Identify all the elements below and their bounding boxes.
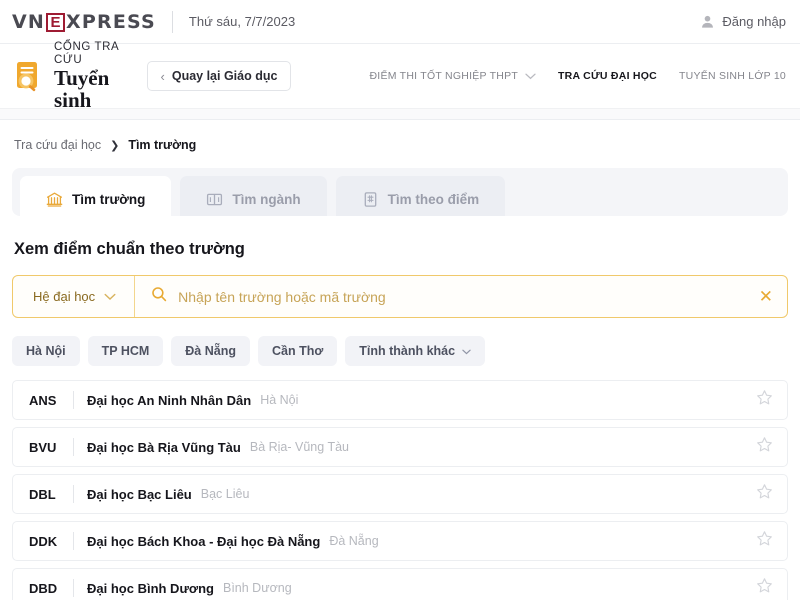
document-search-icon: [12, 59, 46, 93]
level-select-label: Hệ đại học: [33, 289, 96, 304]
tab-tim-theo-diem[interactable]: Tìm theo điểm: [335, 176, 506, 216]
star-outline-icon[interactable]: [756, 530, 773, 552]
province-filter-chips: Hà Nội TP HCM Đà Nẵng Cần Thơ Tỉnh thành…: [12, 318, 788, 380]
school-code: BVU: [29, 439, 57, 455]
school-name: Đại học Bà Rịa Vũng Tàu: [87, 439, 241, 455]
breadcrumb-current: Tìm trường: [128, 138, 197, 152]
logo-e-box: E: [46, 13, 66, 32]
row-divider: [73, 532, 74, 550]
tab-label: Tìm ngành: [232, 191, 301, 207]
row-divider: [73, 579, 74, 597]
chevron-down-icon: [462, 344, 471, 358]
school-province: Bình Dương: [223, 581, 292, 595]
search-bar: Hệ đại học ✕: [12, 275, 788, 318]
breadcrumb: Tra cứu đại học ❯ Tìm trường: [12, 120, 788, 168]
school-code: ANS: [29, 392, 57, 408]
nav-item-diem-thi[interactable]: ĐIỂM THI TỐT NGHIỆP THPT: [369, 70, 536, 82]
tab-tim-nganh[interactable]: Tìm ngành: [180, 176, 327, 216]
star-outline-icon[interactable]: [756, 389, 773, 411]
chip-label: Đà Nẵng: [185, 344, 236, 358]
login-area[interactable]: Đăng nhập: [700, 14, 786, 29]
table-row[interactable]: DBL Đại học Bạc Liêu Bạc Liêu: [12, 474, 788, 514]
open-book-icon: [206, 191, 223, 208]
vnexpress-logo[interactable]: VN E XPRESS: [12, 11, 156, 33]
chip-tp-hcm[interactable]: TP HCM: [87, 336, 164, 366]
chip-ha-noi[interactable]: Hà Nội: [12, 336, 80, 366]
brand-nav-row: CỔNG TRA CỨU Tuyển sinh ‹ Quay lại Giáo …: [0, 41, 800, 111]
search-input[interactable]: [178, 288, 742, 305]
school-code: DBL: [29, 486, 56, 502]
chip-can-tho[interactable]: Cần Thơ: [257, 336, 338, 366]
chevron-left-icon: ‹: [160, 68, 165, 84]
table-row[interactable]: DDK Đại học Bách Khoa - Đại học Đà Nẵng …: [12, 521, 788, 561]
school-province: Đà Nẵng: [329, 534, 379, 548]
chevron-down-icon: [104, 289, 116, 304]
search-icon: [151, 286, 167, 307]
nav-item-label: ĐIỂM THI TỐT NGHIỆP THPT: [369, 70, 518, 82]
school-province: Bà Rịa- Vũng Tàu: [249, 440, 349, 454]
user-icon: [700, 14, 715, 29]
back-button-label: Quay lại Giáo dục: [171, 69, 278, 83]
tab-label: Tìm trường: [72, 191, 146, 207]
table-row[interactable]: DBD Đại học Bình Dương Bình Dương: [12, 568, 788, 600]
page-body: Tra cứu đại học ❯ Tìm trường Tìm trường: [0, 120, 800, 600]
school-name: Đại học Bách Khoa - Đại học Đà Nẵng: [87, 533, 321, 549]
star-outline-icon[interactable]: [756, 436, 773, 458]
main-nav: ĐIỂM THI TỐT NGHIỆP THPT TRA CỨU ĐẠI HỌC…: [369, 70, 786, 82]
breadcrumb-separator-icon: ❯: [110, 139, 120, 152]
tab-label: Tìm theo điểm: [387, 191, 480, 207]
score-card-icon: [362, 191, 379, 208]
logo-text-suffix: XPRESS: [66, 10, 156, 33]
nav-item-tuyen-sinh-lop-10[interactable]: TUYỂN SINH LỚP 10: [679, 70, 786, 82]
school-code: DBD: [29, 580, 58, 596]
clear-search-icon[interactable]: ✕: [753, 288, 773, 305]
search-field-wrapper: ✕: [135, 276, 787, 317]
chip-tinh-thanh-khac[interactable]: Tỉnh thành khác: [345, 336, 486, 366]
row-divider: [73, 438, 74, 456]
row-divider: [73, 391, 74, 409]
back-to-education-button[interactable]: ‹ Quay lại Giáo dục: [146, 61, 292, 91]
star-outline-icon[interactable]: [756, 483, 773, 505]
chip-label: TP HCM: [101, 344, 150, 358]
logo-text-prefix: VN: [12, 10, 46, 33]
tab-bar: Tìm trường Tìm ngành Tìm theo điểm: [12, 168, 788, 216]
star-outline-icon[interactable]: [756, 577, 773, 599]
login-label: Đăng nhập: [722, 14, 786, 29]
level-select[interactable]: Hệ đại học: [13, 276, 136, 317]
table-row[interactable]: ANS Đại học An Ninh Nhân Dân Hà Nội: [12, 380, 788, 420]
school-name: Đại học An Ninh Nhân Dân: [87, 392, 252, 408]
table-row[interactable]: BVU Đại học Bà Rịa Vũng Tàu Bà Rịa- Vũng…: [12, 427, 788, 467]
nav-item-label: TRA CỨU ĐẠI HỌC: [558, 70, 657, 82]
bank-building-icon: [46, 191, 63, 208]
brand-line-2: Tuyển sinh: [54, 66, 110, 113]
chip-label: Hà Nội: [26, 344, 66, 358]
chevron-down-icon: [525, 73, 536, 80]
school-province: Hà Nội: [260, 393, 299, 407]
page-title: Xem điểm chuẩn theo trường: [14, 240, 245, 258]
chip-da-nang[interactable]: Đà Nẵng: [171, 336, 250, 366]
tab-tim-truong[interactable]: Tìm trường: [20, 176, 172, 216]
school-list: ANS Đại học An Ninh Nhân Dân Hà Nội BVU …: [12, 380, 788, 600]
topbar-divider: [171, 10, 173, 33]
row-divider: [73, 485, 74, 503]
nav-item-label: TUYỂN SINH LỚP 10: [678, 70, 786, 82]
school-name: Đại học Bình Dương: [87, 580, 214, 596]
school-name: Đại học Bạc Liêu: [87, 486, 192, 502]
top-bar: VN E XPRESS Thứ sáu, 7/7/2023 Đăng nhập: [0, 0, 800, 44]
portal-brand[interactable]: CỔNG TRA CỨU Tuyển sinh: [12, 40, 127, 113]
current-date: Thứ sáu, 7/7/2023: [188, 14, 296, 29]
nav-item-tra-cuu-dai-hoc[interactable]: TRA CỨU ĐẠI HỌC: [558, 70, 657, 82]
chip-label: Cần Thơ: [271, 344, 324, 358]
breadcrumb-parent[interactable]: Tra cứu đại học: [14, 138, 101, 152]
chip-label: Tỉnh thành khác: [359, 344, 456, 358]
school-code: DDK: [29, 533, 58, 549]
school-province: Bạc Liêu: [200, 487, 250, 501]
brand-line-1: CỔNG TRA CỨU: [54, 40, 119, 66]
